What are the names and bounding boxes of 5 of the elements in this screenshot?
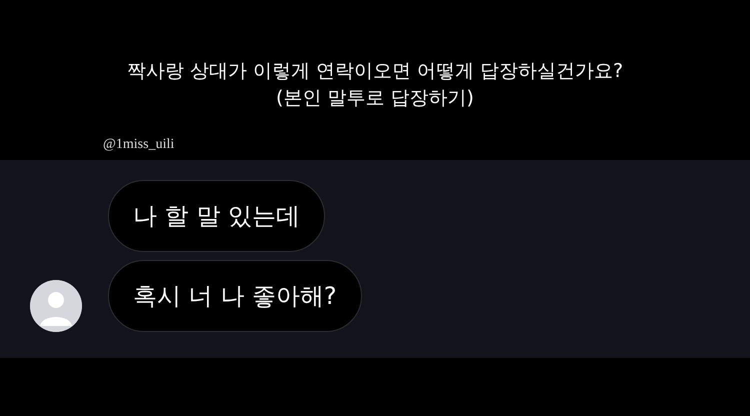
username-text: @1miss_uili [103, 137, 174, 153]
caption-text: 짝사랑 상대가 이렇게 연락이오면 어떻게 답장하실건가요? [126, 59, 624, 84]
message-bubble: 혹시 너 나 좋아해? [108, 260, 362, 332]
caption-text: (본인 말투로 답장하기) [275, 86, 475, 111]
message-bubble: 나 할 말 있는데 [108, 180, 325, 252]
